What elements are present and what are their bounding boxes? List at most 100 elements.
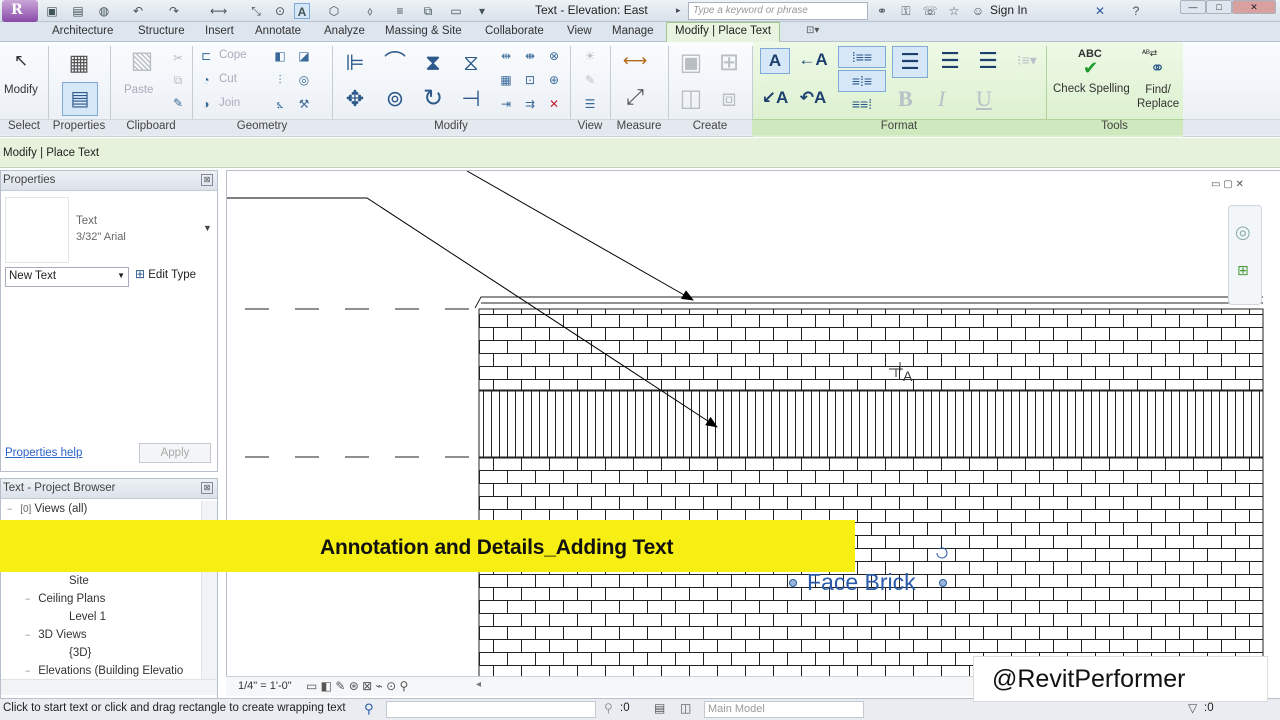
align-left-icon[interactable]: ☰ xyxy=(892,46,928,78)
pin-status-icon[interactable]: ⚲ xyxy=(604,701,613,715)
match-properties-icon[interactable]: ✎ xyxy=(170,95,186,111)
measure-between-icon[interactable]: ⟷ xyxy=(618,50,652,72)
search-expand-icon[interactable]: ▸ xyxy=(676,5,681,16)
close-icon[interactable]: ⊠ xyxy=(201,174,213,186)
check-spelling-button[interactable]: Check Spelling xyxy=(1053,83,1130,95)
collapse-icon[interactable]: − xyxy=(25,594,35,604)
instance-filter-select[interactable]: New Text ▼ xyxy=(5,267,129,287)
dimension-icon[interactable]: ⤡ xyxy=(248,3,264,19)
undo-icon[interactable]: ↶ xyxy=(130,3,146,19)
maximize-window-icon[interactable]: □ xyxy=(1206,0,1232,14)
delete-icon[interactable]: ✕ xyxy=(546,96,562,112)
text-grip-left[interactable] xyxy=(789,579,797,587)
remove-paint-icon[interactable]: ◎ xyxy=(296,72,312,88)
binoculars-icon[interactable]: ⚭ xyxy=(874,3,890,19)
text-grip-right[interactable] xyxy=(939,579,947,587)
subscription-icon[interactable]: ⚿ xyxy=(898,3,914,19)
tab-modify-place-text[interactable]: Modify | Place Text xyxy=(666,22,781,43)
sync-icon[interactable]: ◍ xyxy=(96,3,112,19)
cut-geometry-icon[interactable]: ◔ xyxy=(198,72,214,88)
create-assembly-icon[interactable]: ◫ xyxy=(676,84,706,114)
tab-insert[interactable]: Insert xyxy=(205,25,234,37)
one-segment-leader-icon[interactable]: ←A xyxy=(798,48,828,74)
underline-icon[interactable]: U xyxy=(976,86,1000,112)
cope-label[interactable]: Cope xyxy=(219,49,247,61)
pin-icon[interactable]: ⊗ xyxy=(546,48,562,64)
view-window-controls-icon[interactable]: ▭ ▢ ✕ xyxy=(1211,179,1244,190)
tree-item-ceiling-plans[interactable]: − Ceiling Plans xyxy=(25,593,105,605)
bold-icon[interactable]: B xyxy=(898,86,922,112)
type-selector-dropdown-icon[interactable]: ▼ xyxy=(203,223,212,233)
demolish-icon[interactable]: ⦩ xyxy=(272,96,288,112)
edit-type-button[interactable]: ⊞ Edit Type xyxy=(135,267,196,281)
leader-left-bottom-icon[interactable]: ≡≡⁞ xyxy=(838,94,886,116)
close-hidden-icon[interactable]: ⧉ xyxy=(420,3,436,19)
leader-left-middle-icon[interactable]: ≡⁞≡ xyxy=(838,70,886,92)
create-group-icon[interactable]: ⊞ xyxy=(714,48,744,78)
tab-analyze[interactable]: Analyze xyxy=(324,25,365,37)
status-field[interactable] xyxy=(386,701,596,718)
exchange-apps-icon[interactable]: ✕ xyxy=(1092,3,1108,19)
help-icon[interactable]: ? xyxy=(1128,3,1144,19)
scale-icon[interactable]: ⊡ xyxy=(522,72,538,88)
minimize-window-icon[interactable]: — xyxy=(1180,0,1206,14)
panel-label-measure[interactable]: Measure xyxy=(610,119,668,135)
favorites-star-icon[interactable]: ☆ xyxy=(946,3,962,19)
paste-button-label[interactable]: Paste xyxy=(124,84,153,96)
project-browser-header[interactable]: Text - Project Browser xyxy=(1,479,217,499)
section-icon[interactable]: ⬨ xyxy=(362,3,378,19)
tab-architecture[interactable]: Architecture xyxy=(52,25,113,37)
type-properties-icon[interactable]: ▦ xyxy=(64,48,94,78)
design-options-icon[interactable]: ◫ xyxy=(680,701,691,715)
join-icon[interactable]: ◑ xyxy=(198,96,214,112)
cut-scissors-icon[interactable]: ✂ xyxy=(170,50,186,66)
apply-button[interactable]: Apply xyxy=(139,443,211,463)
tab-collaborate[interactable]: Collaborate xyxy=(485,25,544,37)
spell-check-mark-icon[interactable]: ✔ xyxy=(1083,58,1098,79)
detail-level-icon[interactable]: ▭ ◧ ✎ ⊛ ⊠ ⌁ ⊙ ⚲ xyxy=(306,679,408,693)
align-icon[interactable]: ⊫ xyxy=(340,48,370,78)
horizontal-scrollbar[interactable] xyxy=(1,679,217,695)
split-face-icon[interactable]: ◧ xyxy=(272,48,288,64)
editing-requests-icon[interactable]: ▤ xyxy=(654,701,665,715)
thin-lines-icon[interactable]: ≡ xyxy=(392,3,408,19)
cut-label[interactable]: Cut xyxy=(219,73,237,85)
tree-item-3d[interactable]: {3D} xyxy=(69,647,91,659)
split-gap-icon[interactable]: ⇼ xyxy=(522,48,538,64)
extend-multiple-icon[interactable]: ⇉ xyxy=(522,96,538,112)
unpin-icon[interactable]: ⊕ xyxy=(546,72,562,88)
find-replace-button[interactable]: Find/ Replace xyxy=(1137,83,1179,111)
communication-icon[interactable]: ☏ xyxy=(922,3,938,19)
properties-header[interactable]: Properties xyxy=(1,171,217,191)
design-option-select[interactable]: Main Model xyxy=(704,701,864,718)
close-icon[interactable]: ⊠ xyxy=(201,482,213,494)
move-icon[interactable]: ✥ xyxy=(340,84,370,114)
light-bulb-icon[interactable]: ☀ xyxy=(582,48,598,64)
modify-cursor-icon[interactable]: ↖ xyxy=(10,50,32,72)
mirror-draw-icon[interactable]: ⧖ xyxy=(456,48,486,78)
pencil-icon[interactable]: ✎ xyxy=(582,72,598,88)
binoculars-tool-icon[interactable]: ⚭ xyxy=(1150,58,1165,79)
tree-item-level-1[interactable]: Level 1 xyxy=(69,611,106,623)
modify-button-label[interactable]: Modify xyxy=(4,84,38,96)
collapse-icon[interactable]: − xyxy=(25,666,35,676)
mirror-axis-icon[interactable]: ⧗ xyxy=(418,48,448,78)
close-window-icon[interactable]: ✕ xyxy=(1232,0,1276,14)
application-menu-button[interactable]: R xyxy=(2,0,38,22)
create-similar-icon[interactable]: ▣ xyxy=(676,48,706,78)
array-icon[interactable]: ▦ xyxy=(498,72,514,88)
sign-in-link[interactable]: Sign In xyxy=(990,3,1027,17)
redo-icon[interactable]: ↷ xyxy=(166,3,182,19)
tab-manage[interactable]: Manage xyxy=(612,25,654,37)
zoom-region-icon[interactable]: ⊞ xyxy=(1237,262,1249,279)
panel-label-select[interactable]: Select xyxy=(0,119,48,135)
hammer-icon[interactable]: ⚒ xyxy=(296,96,312,112)
panel-label-view[interactable]: View xyxy=(570,119,610,135)
tree-item-elevations[interactable]: − Elevations (Building Elevatio xyxy=(25,665,183,677)
filter-icon[interactable]: ▽ xyxy=(1188,701,1197,715)
collapse-icon[interactable]: − xyxy=(7,504,17,514)
switch-windows-icon[interactable]: ▭ xyxy=(448,3,464,19)
tree-item-3d-views[interactable]: − 3D Views xyxy=(25,629,87,641)
paste-icon[interactable]: ▧ xyxy=(128,49,156,78)
rotate-icon[interactable]: ↻ xyxy=(418,84,448,114)
